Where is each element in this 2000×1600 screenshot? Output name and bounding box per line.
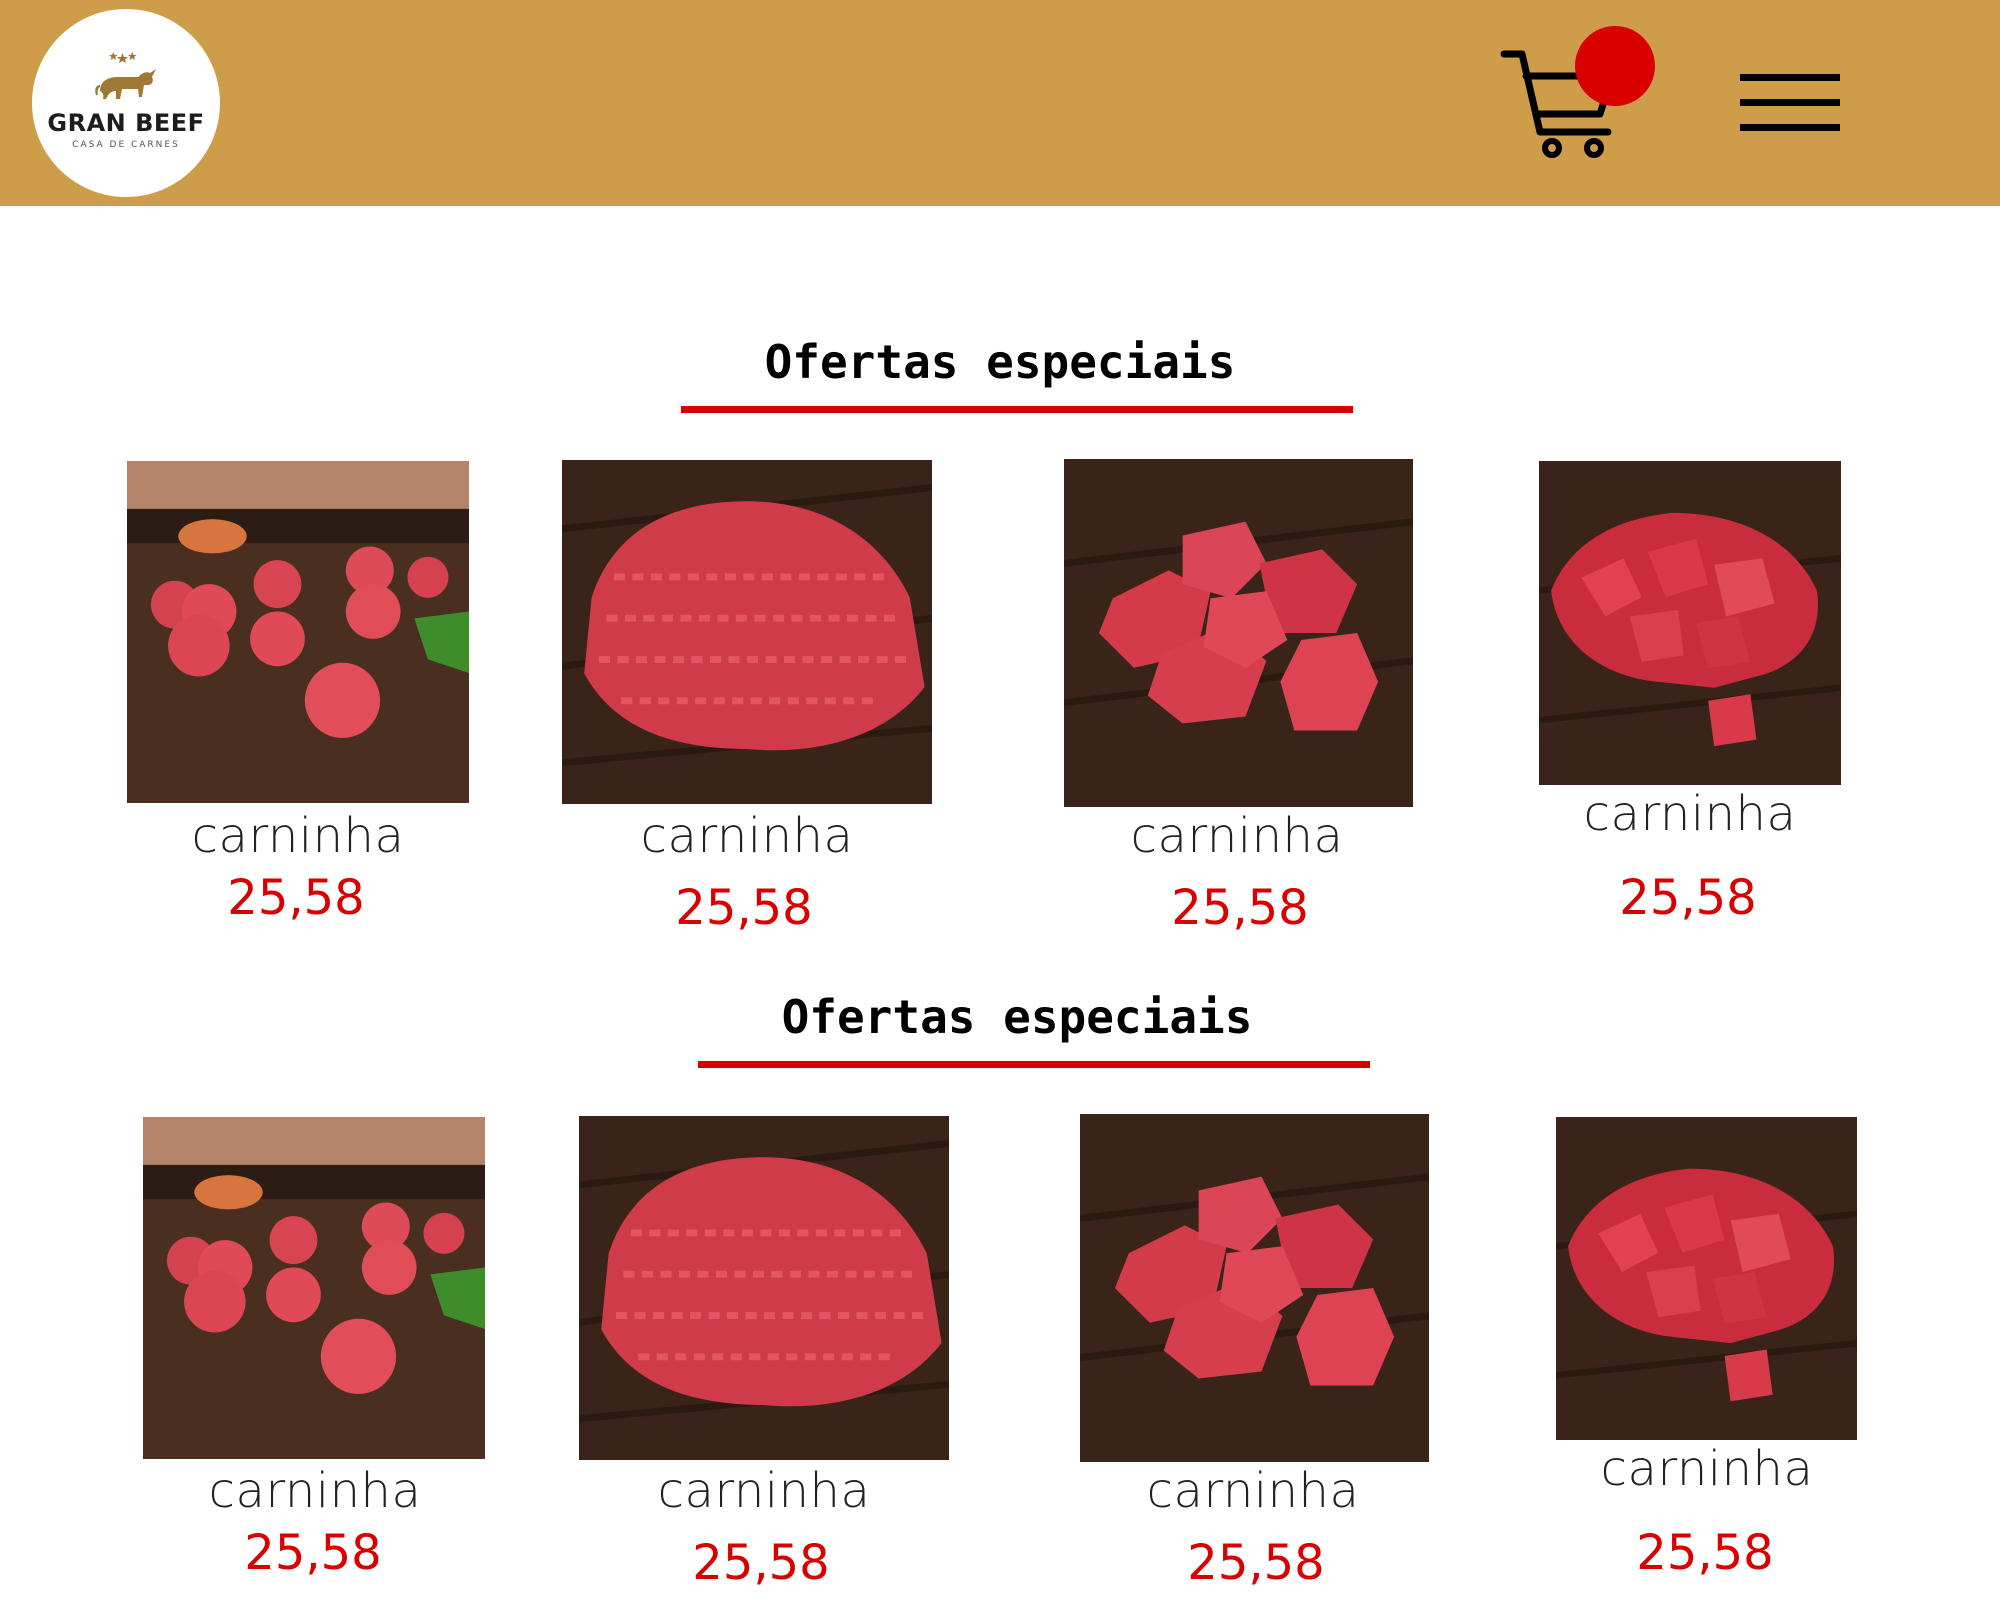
product-image[interactable] bbox=[1080, 1114, 1429, 1462]
product-price: 25,58 bbox=[1171, 880, 1309, 936]
brand-logo[interactable]: GRAN BEEF CASA DE CARNES bbox=[32, 9, 220, 197]
product-image[interactable] bbox=[143, 1117, 485, 1459]
brand-name: GRAN BEEF bbox=[47, 109, 205, 137]
cart-badge[interactable] bbox=[1575, 26, 1655, 106]
beef-cubes-image bbox=[1064, 459, 1413, 807]
product-name: carninha bbox=[1583, 786, 1797, 842]
section-title-underline-2 bbox=[698, 1061, 1370, 1068]
meatballs-image bbox=[127, 461, 469, 803]
product-image[interactable] bbox=[1539, 461, 1841, 785]
hamburger-menu-icon[interactable] bbox=[1740, 74, 1840, 134]
section-title-2: Ofertas especiais bbox=[781, 990, 1253, 1044]
product-price: 25,58 bbox=[675, 880, 813, 936]
product-name: carninha bbox=[640, 808, 854, 864]
product-image[interactable] bbox=[1556, 1117, 1857, 1440]
diced-beef-image bbox=[1539, 461, 1841, 785]
brand-tagline: CASA DE CARNES bbox=[72, 140, 180, 150]
product-image[interactable] bbox=[562, 460, 932, 804]
site-header: GRAN BEEF CASA DE CARNES bbox=[0, 0, 2000, 206]
product-name: carninha bbox=[657, 1463, 871, 1519]
ground-beef-image bbox=[579, 1116, 949, 1460]
product-price: 25,58 bbox=[1187, 1535, 1325, 1591]
ground-beef-image bbox=[562, 460, 932, 804]
product-name: carninha bbox=[1130, 808, 1344, 864]
product-price: 25,58 bbox=[692, 1535, 830, 1591]
section-title-underline-1 bbox=[681, 406, 1353, 413]
product-image[interactable] bbox=[579, 1116, 949, 1460]
diced-beef-image bbox=[1556, 1117, 1857, 1440]
bull-logo-icon bbox=[95, 52, 156, 99]
product-name: carninha bbox=[191, 808, 405, 864]
product-name: carninha bbox=[1600, 1441, 1814, 1497]
beef-cubes-image bbox=[1080, 1114, 1429, 1462]
product-image[interactable] bbox=[127, 461, 469, 803]
product-price: 25,58 bbox=[1619, 870, 1757, 926]
product-price: 25,58 bbox=[244, 1525, 382, 1581]
meatballs-image bbox=[143, 1117, 485, 1459]
product-price: 25,58 bbox=[227, 870, 365, 926]
product-name: carninha bbox=[208, 1463, 422, 1519]
product-price: 25,58 bbox=[1636, 1525, 1774, 1581]
product-name: carninha bbox=[1146, 1463, 1360, 1519]
section-title-1: Ofertas especiais bbox=[764, 335, 1236, 389]
product-image[interactable] bbox=[1064, 459, 1413, 807]
